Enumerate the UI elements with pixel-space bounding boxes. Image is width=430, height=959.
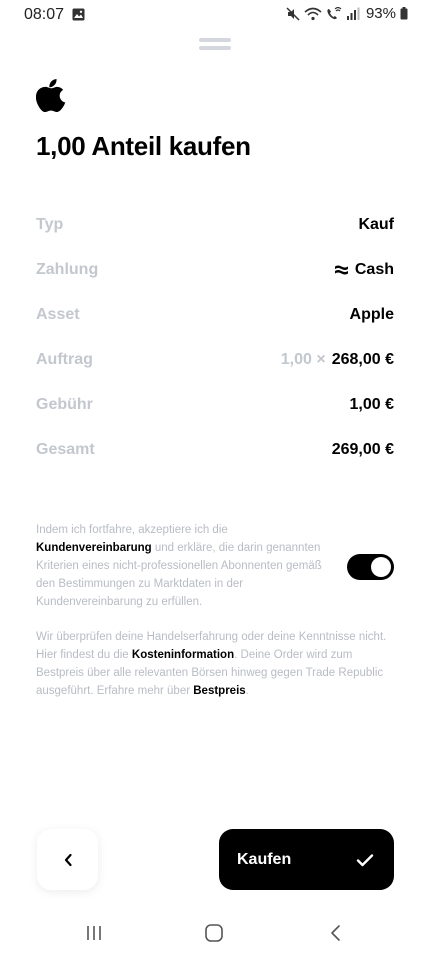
recent-apps-icon xyxy=(87,926,101,940)
detail-label-typ: Typ xyxy=(36,216,64,233)
detail-row-typ: Typ Kauf xyxy=(36,213,394,237)
detail-label-asset: Asset xyxy=(36,306,80,323)
system-navigation-bar xyxy=(0,915,430,959)
mute-icon xyxy=(286,6,300,21)
back-arrow-icon xyxy=(331,925,340,941)
buy-button-label: Kaufen xyxy=(237,850,292,868)
detail-value-asset: Apple xyxy=(349,306,394,323)
battery-percentage: 93% xyxy=(365,5,396,22)
customer-agreement-link[interactable]: Kundenvereinbarung xyxy=(36,542,152,554)
detail-label-gesamt: Gesamt xyxy=(36,441,95,458)
order-price: 268,00 € xyxy=(331,351,394,368)
battery-icon xyxy=(400,7,408,20)
home-button[interactable] xyxy=(199,923,229,943)
detail-value-gebuehr: 1,00 € xyxy=(349,396,394,413)
status-time: 08:07 xyxy=(24,6,65,23)
detail-row-gesamt: Gesamt 269,00 € xyxy=(36,438,394,462)
detail-value-typ: Kauf xyxy=(358,216,394,233)
wifi-call-icon xyxy=(327,6,342,19)
detail-row-asset: Asset Apple xyxy=(36,303,394,327)
buy-button[interactable]: Kaufen xyxy=(219,829,394,890)
order-quantity: 1,00 × xyxy=(280,351,326,368)
detail-value-zahlung[interactable]: Cash xyxy=(334,261,394,279)
info-text: Wir überprüfen deine Handelserfahrung od… xyxy=(36,631,387,697)
detail-label-gebuehr: Gebühr xyxy=(36,396,93,413)
chevron-left-icon xyxy=(64,853,72,866)
wifi-icon xyxy=(304,7,322,20)
cash-icon xyxy=(334,265,348,275)
page-title: 1,00 Anteil kaufen xyxy=(36,131,251,161)
detail-label-zahlung: Zahlung xyxy=(36,261,99,278)
back-button[interactable] xyxy=(37,829,98,890)
detail-value-auftrag: 1,00 × 268,00 € xyxy=(281,351,394,369)
gallery-icon xyxy=(72,8,85,21)
checkmark-icon xyxy=(356,853,374,866)
detail-row-gebuehr: Gebühr 1,00 € xyxy=(36,393,394,417)
best-price-link[interactable]: Bestpreis xyxy=(193,685,245,697)
detail-label-auftrag: Auftrag xyxy=(36,351,93,368)
consent-toggle[interactable] xyxy=(347,554,394,580)
consent-text: Indem ich fortfahre, akzeptiere ich die … xyxy=(36,524,322,608)
toggle-knob xyxy=(371,557,391,577)
status-icons: 93% xyxy=(286,5,408,22)
payment-method-label: Cash xyxy=(354,261,394,278)
home-icon xyxy=(205,924,223,942)
sheet-drag-handle[interactable] xyxy=(199,38,231,52)
detail-value-gesamt: 269,00 € xyxy=(331,441,394,458)
signal-icon xyxy=(346,7,360,20)
cost-information-link[interactable]: Kosteninformation xyxy=(132,649,234,661)
apple-logo-icon xyxy=(36,79,66,112)
system-back-button[interactable] xyxy=(320,923,350,943)
detail-row-auftrag: Auftrag 1,00 × 268,00 € xyxy=(36,348,394,372)
detail-row-zahlung[interactable]: Zahlung Cash xyxy=(36,258,394,282)
status-bar: 08:07 93% xyxy=(0,0,430,30)
recent-apps-button[interactable] xyxy=(79,923,109,943)
